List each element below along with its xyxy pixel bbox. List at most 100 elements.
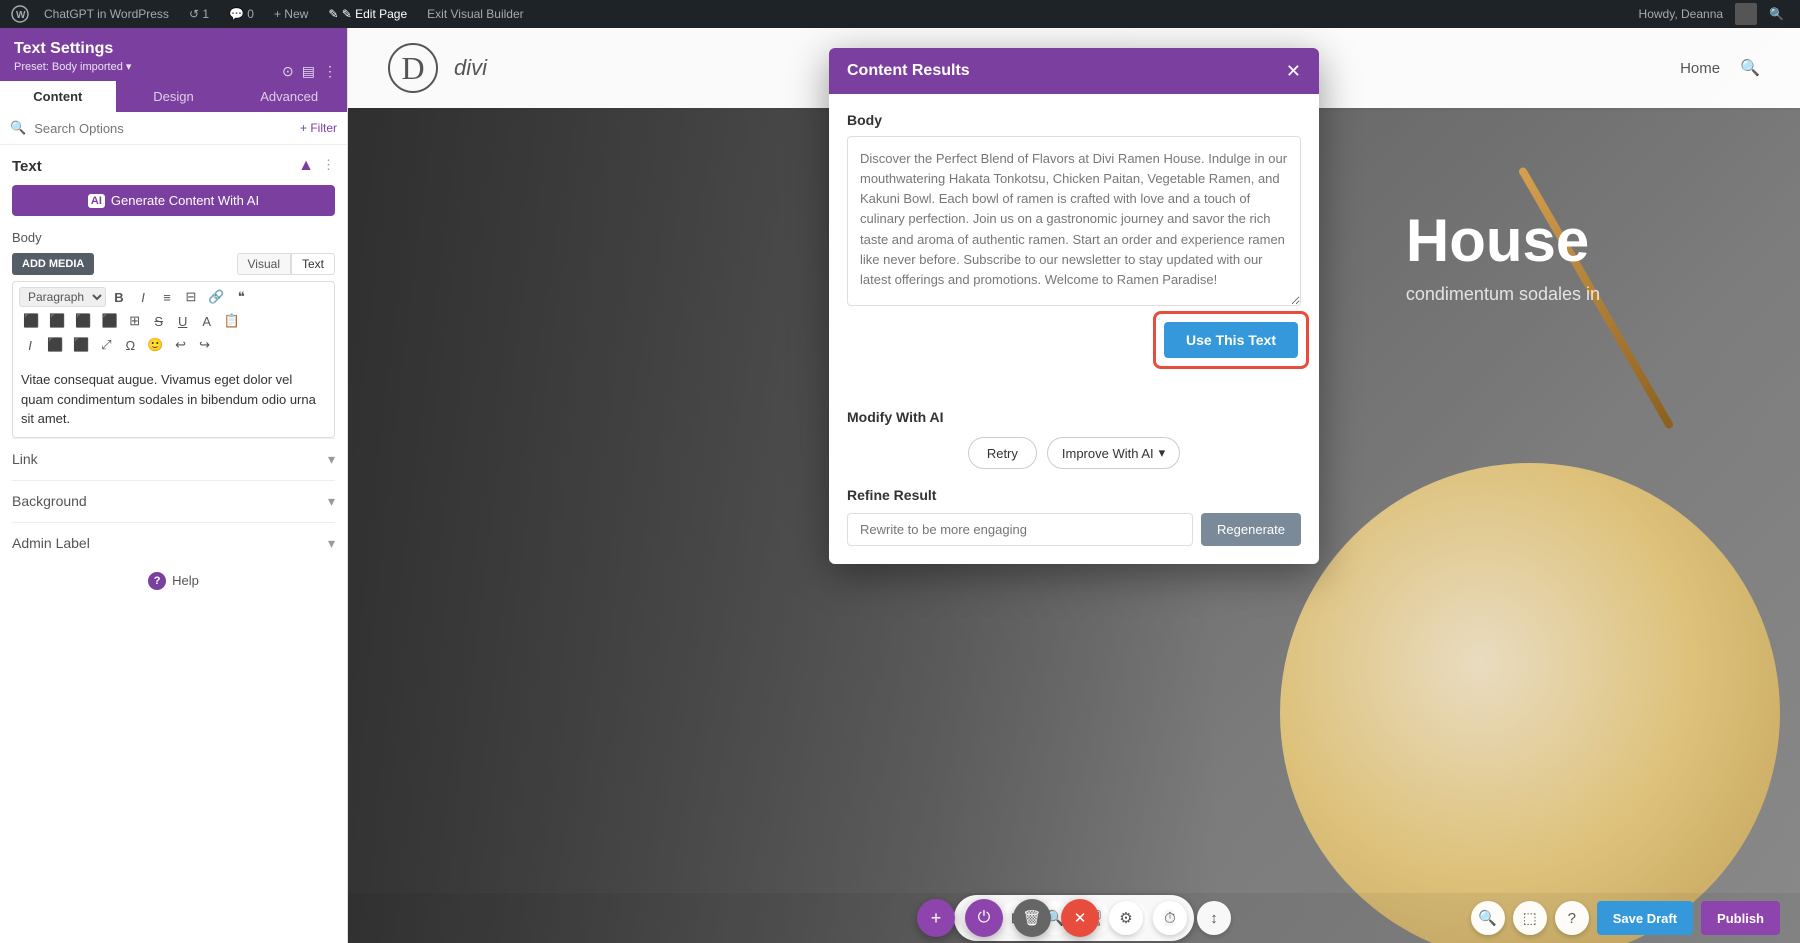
text-section-collapse[interactable]: ▲ xyxy=(298,157,314,175)
wp-logo-icon[interactable]: W xyxy=(8,2,32,26)
ol-button[interactable]: ⊟ xyxy=(180,286,202,308)
layers-button[interactable]: ⬚ xyxy=(1513,901,1547,935)
text-section-more[interactable]: ⋮ xyxy=(322,157,335,175)
svg-text:W: W xyxy=(16,10,26,21)
sidebar-layout-icon[interactable]: ▤ xyxy=(302,63,315,80)
power-button[interactable]: ⏻ xyxy=(965,899,1003,937)
quote-button[interactable]: ❝ xyxy=(230,286,252,308)
toolbar-row-1: Paragraph B I ≡ ⊟ 🔗 ❝ xyxy=(19,286,328,308)
link-chevron-icon: ▾ xyxy=(328,451,335,468)
fullscreen-button[interactable]: ⤢ xyxy=(95,334,117,356)
generate-content-ai-button[interactable]: AI Generate Content With AI xyxy=(12,185,335,216)
sidebar-title: Text Settings xyxy=(14,40,333,58)
page-builder-toolbar: ☰ ⊞ 🔍 🖥 ⬜ 📱 + ⏻ 🗑 ✕ ⚙ ⏱ ↕ 🔍 ⬚ ? Save Dra… xyxy=(348,893,1800,943)
portability-button[interactable]: ↕ xyxy=(1197,901,1231,935)
table-button[interactable]: ⊞ xyxy=(124,310,146,332)
align-right-button[interactable]: ⬛ xyxy=(71,310,95,332)
paragraph-select[interactable]: Paragraph xyxy=(19,287,106,307)
link-section-title: Link xyxy=(12,451,38,467)
chatgpt-menu-item[interactable]: ChatGPT in WordPress xyxy=(36,0,177,28)
modal-title: Content Results xyxy=(847,62,970,80)
body-label: Body xyxy=(12,230,335,245)
editor-text: Vitae consequat augue. Vivamus eget dolo… xyxy=(21,372,316,426)
italic2-button[interactable]: I xyxy=(19,334,41,356)
color-button[interactable]: A xyxy=(196,310,218,332)
text-section: Text ▲ ⋮ AI Generate Content With AI Bod… xyxy=(12,157,335,438)
filter-button[interactable]: + Filter xyxy=(300,121,337,135)
tab-advanced[interactable]: Advanced xyxy=(231,81,347,112)
special-chars-button[interactable]: Ω xyxy=(119,334,141,356)
undo-button[interactable]: ↩ xyxy=(170,334,192,356)
ul-button[interactable]: ≡ xyxy=(156,286,178,308)
link-button[interactable]: 🔗 xyxy=(204,286,228,308)
italic-button[interactable]: I xyxy=(132,286,154,308)
ai-icon: AI xyxy=(88,194,105,208)
howdy-item[interactable]: Howdy, Deanna xyxy=(1631,0,1732,28)
toolbar-right-group: 🔍 ⬚ ? Save Draft Publish xyxy=(1471,901,1780,935)
publish-button[interactable]: Publish xyxy=(1701,901,1780,935)
tab-content[interactable]: Content xyxy=(0,81,116,112)
nav-search-icon[interactable]: 🔍 xyxy=(1740,58,1760,78)
refine-input[interactable] xyxy=(847,513,1193,546)
comments-item[interactable]: 💬 0 xyxy=(221,0,262,28)
indent-button[interactable]: ⬛ xyxy=(43,334,67,356)
save-draft-button[interactable]: Save Draft xyxy=(1597,901,1693,935)
improve-label: Improve With AI xyxy=(1062,446,1154,461)
add-section-button[interactable]: + xyxy=(917,899,955,937)
search-bar: 🔍 + Filter xyxy=(0,112,347,145)
paste-button[interactable]: 📋 xyxy=(220,310,244,332)
align-justify-button[interactable]: ⬛ xyxy=(98,310,122,332)
exit-visual-builder-item[interactable]: Exit Visual Builder xyxy=(419,0,532,28)
tab-visual[interactable]: Visual xyxy=(237,253,291,275)
modal-body: Body Discover the Perfect Blend of Flavo… xyxy=(829,94,1319,564)
sidebar-settings-icon[interactable]: ⊙ xyxy=(282,63,294,80)
admin-search[interactable]: 🔍 xyxy=(1761,0,1792,28)
refine-result-label: Refine Result xyxy=(847,487,1301,503)
hero-title: House xyxy=(1406,208,1600,274)
underline-button[interactable]: U xyxy=(172,310,194,332)
retry-button[interactable]: Retry xyxy=(968,437,1037,469)
tab-text[interactable]: Text xyxy=(291,253,335,275)
editor-content-area[interactable]: Vitae consequat augue. Vivamus eget dolo… xyxy=(12,362,335,438)
comments-count[interactable]: ↺ 1 xyxy=(181,0,217,28)
admin-avatar[interactable] xyxy=(1735,3,1757,25)
hero-subtitle: condimentum sodales in xyxy=(1406,284,1600,305)
search-pages-button[interactable]: 🔍 xyxy=(1471,901,1505,935)
new-item[interactable]: + New xyxy=(266,0,316,28)
search-input[interactable] xyxy=(34,121,292,136)
modal-close-button[interactable]: ✕ xyxy=(1286,62,1301,80)
improve-with-ai-button[interactable]: Improve With AI ▾ xyxy=(1047,437,1180,469)
nav-home-link[interactable]: Home xyxy=(1680,60,1720,77)
bold-button[interactable]: B xyxy=(108,286,130,308)
admin-label-chevron-icon: ▾ xyxy=(328,535,335,552)
close-button[interactable]: ✕ xyxy=(1061,899,1099,937)
link-section-header[interactable]: Link ▾ xyxy=(12,451,335,468)
background-section-header[interactable]: Background ▾ xyxy=(12,493,335,510)
help-toolbar-button[interactable]: ? xyxy=(1555,901,1589,935)
align-left-button[interactable]: ⬛ xyxy=(19,310,43,332)
background-section-title: Background xyxy=(12,493,87,509)
search-icon: 🔍 xyxy=(10,120,26,136)
modal-header: Content Results ✕ xyxy=(829,48,1319,94)
admin-label-section-header[interactable]: Admin Label ▾ xyxy=(12,535,335,552)
text-section-header: Text ▲ ⋮ xyxy=(12,157,335,175)
divi-logo-letter: D xyxy=(401,50,424,87)
redo-button[interactable]: ↪ xyxy=(194,334,216,356)
toolbar-row-3: I ⬛ ⬛ ⤢ Ω 🙂 ↩ ↪ xyxy=(19,334,328,356)
content-result-textarea[interactable]: Discover the Perfect Blend of Flavors at… xyxy=(847,136,1301,306)
settings-button[interactable]: ⚙ xyxy=(1109,901,1143,935)
history-button[interactable]: ⏱ xyxy=(1153,901,1187,935)
align-center-button[interactable]: ⬛ xyxy=(45,310,69,332)
outdent-button[interactable]: ⬛ xyxy=(69,334,93,356)
trash-button[interactable]: 🗑 xyxy=(1013,899,1051,937)
add-media-button[interactable]: ADD MEDIA xyxy=(12,253,94,275)
strikethrough-button[interactable]: S xyxy=(148,310,170,332)
edit-page-item[interactable]: ✎ ✎ Edit Page xyxy=(320,0,415,28)
tab-design[interactable]: Design xyxy=(116,81,232,112)
hero-text-block: House condimentum sodales in xyxy=(1406,208,1600,305)
sidebar-more-icon[interactable]: ⋮ xyxy=(323,63,337,80)
modal-body-label: Body xyxy=(847,112,1301,128)
emoji-button[interactable]: 🙂 xyxy=(143,334,167,356)
regenerate-button[interactable]: Regenerate xyxy=(1201,513,1301,546)
help-button[interactable]: ? Help xyxy=(12,564,335,598)
